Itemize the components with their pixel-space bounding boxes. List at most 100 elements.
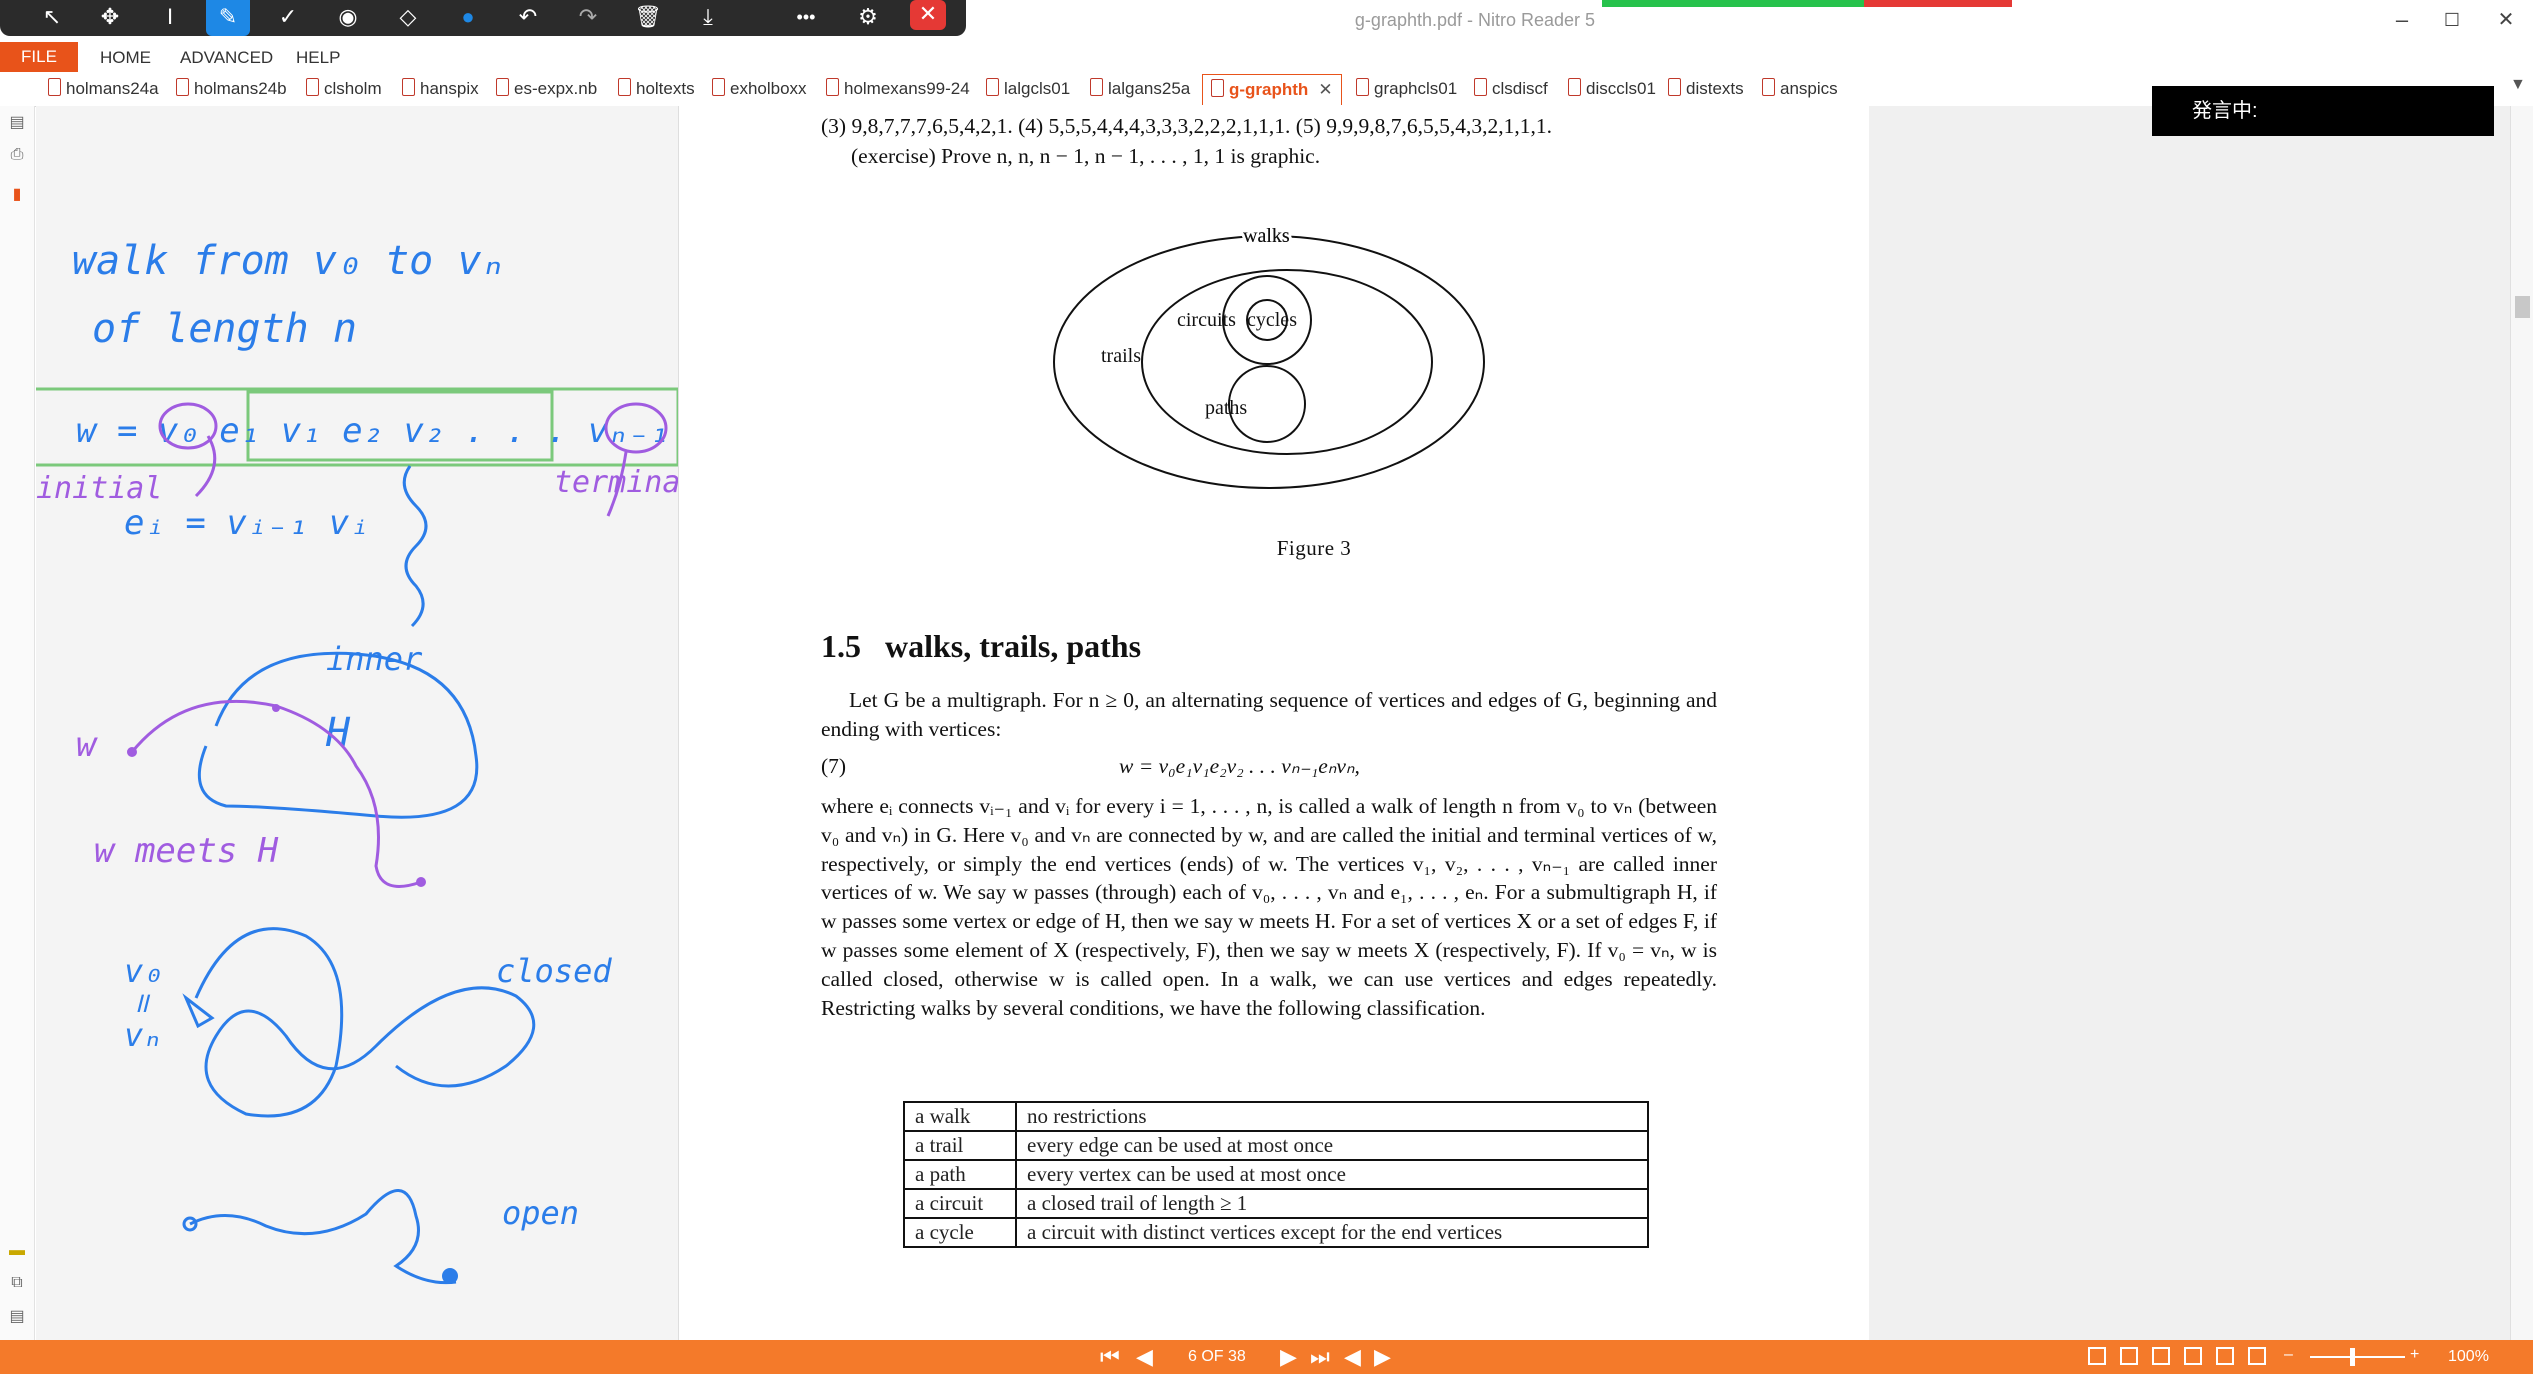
pages-panel-icon[interactable]: ▤ bbox=[8, 112, 26, 132]
zoom-level[interactable]: 100% bbox=[2448, 1348, 2489, 1366]
undo-button[interactable]: ↶ bbox=[506, 0, 550, 36]
tab-holmexans99-24[interactable]: holmexans99-24 bbox=[826, 78, 970, 102]
status-bar: ⏮ ◀ 6 OF 38 ▶ ⏭ ◀ ▶ – + 100% bbox=[0, 1340, 2533, 1374]
tab-es-expx[interactable]: es-expx.nb bbox=[496, 78, 597, 102]
pdf-file-icon bbox=[826, 78, 839, 96]
next-view-button[interactable]: ▶ bbox=[1374, 1344, 1391, 1370]
previous-page-icon: ◀ bbox=[1136, 1344, 1153, 1369]
zoom-out-button[interactable]: – bbox=[2284, 1346, 2293, 1364]
maximize-button[interactable]: ☐ bbox=[2430, 4, 2474, 36]
menu-home[interactable]: HOME bbox=[100, 48, 151, 68]
tab-clsholm[interactable]: clsholm bbox=[306, 78, 382, 102]
pan-tool-button[interactable]: ✥ bbox=[88, 0, 132, 36]
comments-panel-icon[interactable]: ▬ bbox=[8, 1242, 26, 1262]
vertical-scrollbar[interactable] bbox=[2510, 106, 2533, 1340]
color-picker-button[interactable]: ● bbox=[446, 0, 490, 36]
tab-anspics[interactable]: anspics bbox=[1762, 78, 1838, 102]
tab-lalgans25a[interactable]: lalgans25a bbox=[1090, 78, 1190, 102]
last-page-button[interactable]: ⏭ bbox=[1310, 1344, 1330, 1370]
redo-button[interactable]: ↷ bbox=[566, 0, 610, 36]
tab-holtexts[interactable]: holtexts bbox=[618, 78, 695, 102]
note-equals: ॥ bbox=[132, 986, 151, 1019]
trash-icon: 🗑 bbox=[634, 4, 662, 29]
continuous-view-icon[interactable] bbox=[2120, 1347, 2138, 1365]
note-edge-relation: eᵢ = vᵢ₋₁ vᵢ bbox=[124, 503, 370, 543]
facing-view-icon[interactable] bbox=[2152, 1347, 2170, 1365]
close-window-button[interactable]: ✕ bbox=[2484, 4, 2528, 36]
doc-line-exercise: (exercise) Prove n, n, n − 1, n − 1, . .… bbox=[851, 144, 1321, 168]
signatures-panel-icon[interactable]: ⧉ bbox=[8, 1274, 26, 1294]
pdf-file-icon bbox=[1668, 78, 1681, 96]
previous-view-button[interactable]: ◀ bbox=[1344, 1344, 1361, 1370]
next-page-button[interactable]: ▶ bbox=[1280, 1344, 1297, 1370]
note-w: w bbox=[76, 725, 98, 765]
table-cell-term: a cycle bbox=[903, 1217, 1017, 1248]
scrollbar-thumb[interactable] bbox=[2515, 296, 2530, 318]
label-circuits: circuits bbox=[1177, 309, 1236, 331]
tab-g-graphth[interactable]: g-graphth ✕ bbox=[1202, 74, 1342, 105]
highlighter-tool-button[interactable]: ◉ bbox=[326, 0, 370, 36]
pdf-file-icon bbox=[402, 78, 415, 96]
tab-holmans24b[interactable]: holmans24b bbox=[176, 78, 287, 102]
tab-disccls01[interactable]: disccls01 bbox=[1568, 78, 1656, 102]
trails-ellipse bbox=[1141, 269, 1433, 455]
check-tool-button[interactable]: ✓ bbox=[266, 0, 310, 36]
save-ink-button[interactable]: ⤓ bbox=[686, 0, 730, 36]
select-tool-button[interactable]: ↖ bbox=[30, 0, 74, 36]
move-icon: ✥ bbox=[100, 4, 120, 29]
fit-page-icon[interactable] bbox=[2248, 1347, 2266, 1365]
figure-3-diagram: walks walks trails circuits cycles paths bbox=[1053, 224, 1485, 489]
ribbon-menu: FILE HOME ADVANCED HELP bbox=[0, 42, 2533, 72]
single-page-view-icon[interactable] bbox=[2088, 1347, 2106, 1365]
menu-file[interactable]: FILE bbox=[0, 42, 78, 72]
zoom-slider[interactable] bbox=[2310, 1356, 2405, 1358]
page-indicator[interactable]: 6 OF 38 bbox=[1188, 1348, 1246, 1366]
check-icon: ✓ bbox=[278, 4, 298, 29]
tab-distexts[interactable]: distexts bbox=[1668, 78, 1744, 102]
closed-walk-curve bbox=[194, 927, 536, 1118]
close-toolbar-button[interactable]: ✕ bbox=[910, 0, 946, 30]
tab-hanspix[interactable]: hanspix bbox=[402, 78, 479, 102]
paragraph-definitions: where eᵢ connects vᵢ₋₁ and vᵢ for every … bbox=[821, 794, 1717, 1020]
text-cursor-icon: I bbox=[166, 4, 174, 29]
close-tab-icon[interactable]: ✕ bbox=[1318, 80, 1332, 99]
attachments-panel-icon[interactable]: ▮ bbox=[8, 184, 26, 204]
zoom-in-button[interactable]: + bbox=[2410, 1346, 2419, 1364]
tab-exholboxx[interactable]: exholboxx bbox=[712, 78, 807, 102]
pen-tool-button[interactable]: ✎ bbox=[206, 0, 250, 36]
minimize-button[interactable]: – bbox=[2380, 4, 2424, 36]
download-icon: ⤓ bbox=[703, 4, 713, 29]
facing-continuous-view-icon[interactable] bbox=[2184, 1347, 2202, 1365]
tab-holmans24a[interactable]: holmans24a bbox=[48, 78, 159, 102]
fit-width-icon[interactable] bbox=[2216, 1347, 2234, 1365]
pdf-file-icon bbox=[712, 78, 725, 96]
tab-lalgcls01[interactable]: lalgcls01 bbox=[986, 78, 1070, 102]
tab-graphcls01[interactable]: graphcls01 bbox=[1356, 78, 1457, 102]
first-page-button[interactable]: ⏮ bbox=[1100, 1344, 1120, 1370]
table-cell-definition: every edge can be used at most once bbox=[1015, 1130, 1649, 1161]
pdf-page: (3) 9,8,7,7,7,6,5,4,2,1. (4) 5,5,5,4,4,4… bbox=[679, 106, 1869, 1340]
menu-advanced[interactable]: ADVANCED bbox=[180, 48, 273, 68]
settings-button[interactable]: ⚙ bbox=[846, 0, 890, 36]
bookmarks-panel-icon[interactable]: ⎙ bbox=[8, 146, 26, 166]
more-options-button[interactable]: ••• bbox=[784, 0, 828, 36]
output-panel-icon[interactable]: ▤ bbox=[8, 1306, 26, 1326]
left-panel-strip: ▤ ⎙ ▮ ▬ ⧉ ▤ bbox=[0, 106, 35, 1340]
table-row: a path every vertex can be used at most o… bbox=[903, 1159, 1649, 1190]
eraser-tool-button[interactable]: ◇ bbox=[386, 0, 430, 36]
table-cell-term: a walk bbox=[903, 1101, 1017, 1132]
equation-number: (7) bbox=[821, 754, 847, 778]
previous-page-button[interactable]: ◀ bbox=[1136, 1344, 1153, 1370]
forward-circle-icon: ▶ bbox=[1374, 1344, 1391, 1369]
text-cursor-tool-button[interactable]: I bbox=[148, 0, 192, 36]
zoom-slider-handle[interactable] bbox=[2350, 1348, 2355, 1366]
pdf-file-icon bbox=[1474, 78, 1487, 96]
handwritten-notes-page[interactable]: walk from v₀ to vₙ of length n w = v₀ e₁… bbox=[26, 106, 792, 1340]
note-v0: v₀ bbox=[124, 952, 163, 990]
table-row: a cycle a circuit with distinct vertices … bbox=[903, 1217, 1649, 1248]
tabs-dropdown-icon[interactable]: ▼ bbox=[2510, 76, 2526, 94]
menu-help[interactable]: HELP bbox=[296, 48, 340, 68]
document-viewer[interactable]: (3) 9,8,7,7,7,6,5,4,2,1. (4) 5,5,5,4,4,4… bbox=[679, 106, 2515, 1340]
delete-ink-button[interactable]: 🗑 bbox=[626, 0, 670, 36]
tab-clsdiscf[interactable]: clsdiscf bbox=[1474, 78, 1548, 102]
